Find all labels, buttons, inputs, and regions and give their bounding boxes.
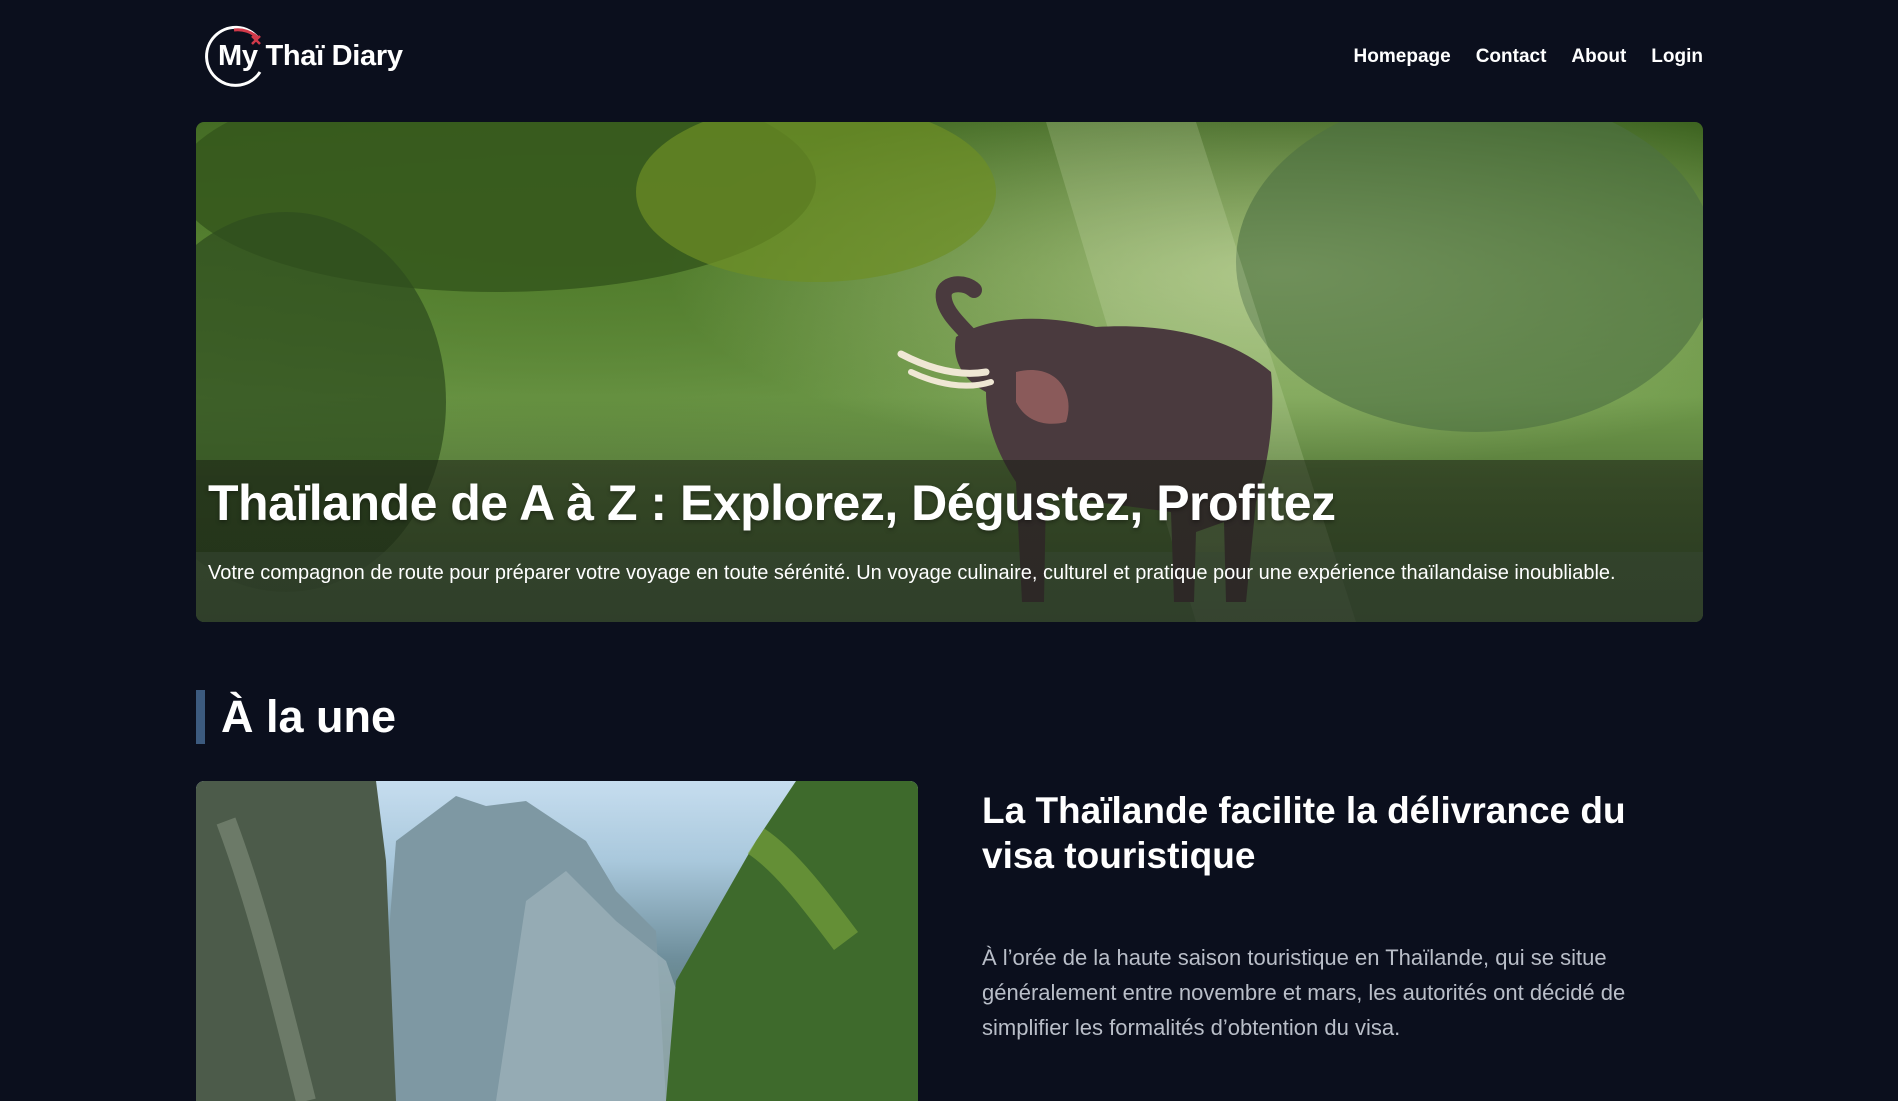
hero-banner: Thaïlande de A à Z : Explorez, Dégustez,… [196,122,1703,622]
logo-text: My Thaï Diary [218,39,403,72]
site-logo[interactable]: My Thaï Diary [200,24,403,88]
featured-article-excerpt: À l’orée de la haute saison touristique … [982,945,1626,1040]
featured-section-heading: À la une [196,690,396,744]
nav-homepage[interactable]: Homepage [1354,46,1451,68]
hero-subtitle: Votre compagnon de route pour préparer v… [208,562,1616,584]
nav-about[interactable]: About [1571,46,1626,68]
nav-contact[interactable]: Contact [1476,46,1547,68]
hero-title: Thaïlande de A à Z : Explorez, Dégustez,… [208,475,1336,531]
karst-mountains-image [196,781,918,1101]
featured-article-title[interactable]: La Thaïlande facilite la délivrance du v… [982,788,1682,878]
featured-article-image[interactable] [196,781,918,1101]
section-title: À la une [221,691,397,742]
site-header: My Thaï Diary Homepage Contact About Log… [196,0,1703,120]
nav-login[interactable]: Login [1651,46,1703,68]
section-accent-bar [196,690,205,744]
main-nav: Homepage Contact About Login [1354,46,1703,68]
